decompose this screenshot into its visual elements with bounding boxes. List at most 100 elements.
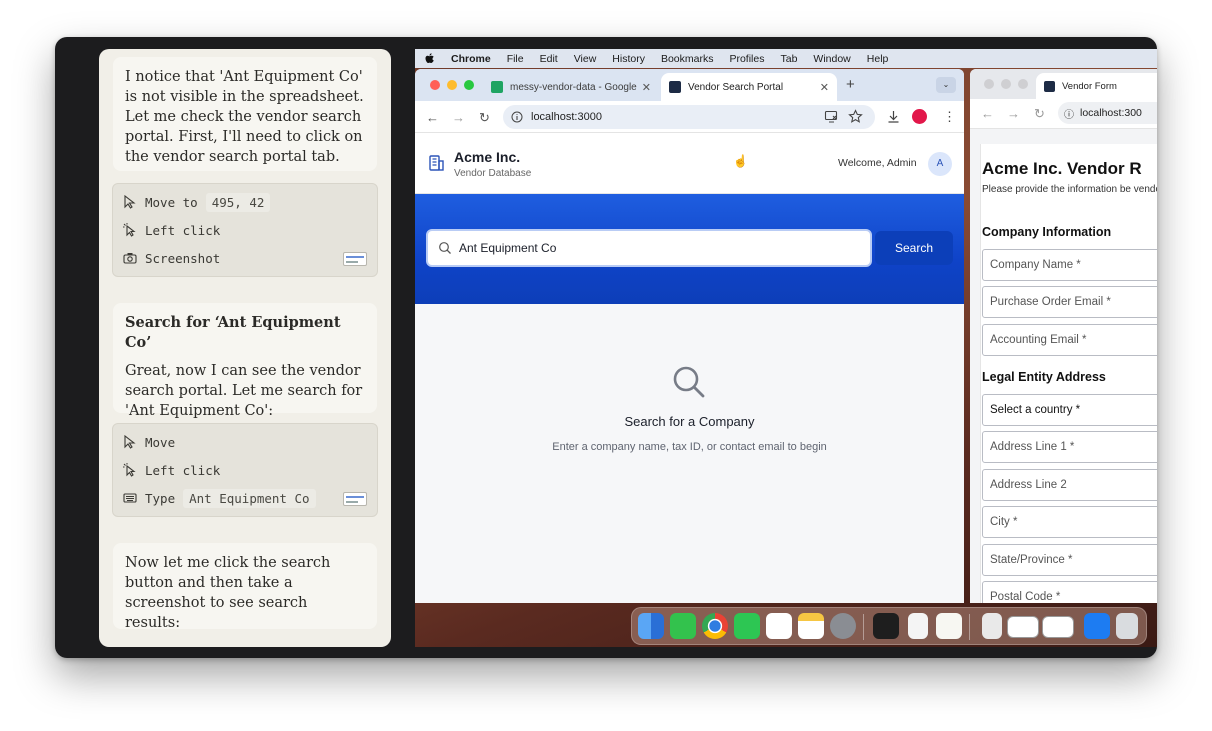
menu-profiles[interactable]: Profiles (729, 53, 764, 65)
minimize-window-button[interactable] (1001, 79, 1011, 89)
more-menu-icon[interactable]: ⋮ (943, 109, 956, 125)
action-left-click: Left click (123, 216, 367, 244)
device-frame: I notice that 'Ant Equipment Co' is not … (55, 37, 1157, 658)
hand-cursor-icon: ☝ (733, 154, 748, 168)
menu-edit[interactable]: Edit (540, 53, 558, 65)
textedit-icon[interactable] (936, 613, 962, 639)
info-icon[interactable]: ⓘ (1064, 106, 1074, 121)
company-search-input[interactable]: Ant Equipment Co (426, 229, 872, 267)
browser-toolbar: ← → ↻ localhost:3000 ⋮ (415, 101, 964, 133)
browser-window: messy-vendor-data - Google ✕ Vendor Sear… (415, 69, 964, 603)
notes-icon[interactable] (798, 613, 824, 639)
screenshot-thumbnail[interactable] (343, 252, 367, 266)
app-store-icon[interactable] (1084, 613, 1110, 639)
company-name-field[interactable]: Company Name * (982, 249, 1157, 281)
window-controls (984, 79, 1035, 89)
cursor-icon (124, 195, 136, 209)
message-title: Search for ‘Ant Equipment Co’ (125, 314, 341, 351)
menu-app-name[interactable]: Chrome (451, 53, 491, 65)
screenshot-thumbnail[interactable] (343, 492, 367, 506)
system-settings-icon[interactable] (830, 613, 856, 639)
chat-panel: I notice that 'Ant Equipment Co' is not … (99, 49, 391, 647)
new-tab-button[interactable]: + (846, 76, 855, 93)
state-province-field[interactable]: State/Province * (982, 544, 1157, 576)
finder-icon[interactable] (638, 613, 664, 639)
menu-bookmarks[interactable]: Bookmarks (661, 53, 714, 65)
messages-icon[interactable] (670, 613, 696, 639)
section-company-info: Company Information (982, 225, 1112, 239)
menu-help[interactable]: Help (867, 53, 889, 65)
zoom-window-button[interactable] (1018, 79, 1028, 89)
address-bar[interactable]: ⓘ localhost:300 (1058, 102, 1157, 124)
action-value: Ant Equipment Co (183, 488, 316, 508)
close-window-button[interactable] (430, 80, 440, 90)
terminal-icon[interactable] (873, 613, 899, 639)
city-field[interactable]: City * (982, 506, 1157, 538)
back-icon[interactable]: ← (426, 110, 439, 125)
close-tab-icon[interactable]: ✕ (642, 81, 651, 94)
url-text: localhost:3000 (531, 111, 602, 123)
minimize-window-button[interactable] (447, 80, 457, 90)
action-label: Type (145, 490, 176, 506)
back-icon[interactable]: ← (981, 106, 994, 121)
tab-vendor-form[interactable]: Vendor Form (1036, 73, 1157, 99)
info-icon[interactable] (511, 111, 523, 123)
form-title: Acme Inc. Vendor R (982, 159, 1142, 178)
tab-title: messy-vendor-data - Google (510, 81, 637, 93)
accounting-email-field[interactable]: Accounting Email * (982, 324, 1157, 356)
close-tab-icon[interactable]: ✕ (820, 81, 829, 94)
action-move: Move (123, 428, 367, 456)
bookmark-star-icon[interactable] (848, 109, 863, 124)
dock (631, 607, 1147, 645)
user-avatar[interactable]: A (928, 152, 952, 176)
camera-icon (123, 253, 137, 264)
profile-avatar[interactable] (912, 109, 927, 124)
postal-code-field[interactable]: Postal Code * (982, 581, 1157, 603)
window-thumbnail-icon[interactable] (1042, 616, 1074, 638)
click-icon (123, 223, 136, 237)
browser-toolbar: ← → ↻ ⓘ localhost:300 (970, 99, 1157, 129)
brand-subtitle: Vendor Database (454, 168, 532, 179)
tab-strip: Vendor Form (970, 69, 1157, 99)
purchase-order-email-field[interactable]: Purchase Order Email * (982, 286, 1157, 318)
trash-icon[interactable] (1116, 613, 1138, 639)
tab-search-button[interactable]: ⌄ (936, 77, 956, 93)
forward-icon[interactable]: → (1007, 106, 1020, 121)
message-text: I notice that 'Ant Equipment Co' is not … (125, 69, 364, 165)
menu-bar: Chrome File Edit View History Bookmarks … (415, 49, 1157, 68)
install-app-icon[interactable] (824, 109, 839, 124)
address-bar[interactable]: localhost:3000 (503, 105, 875, 129)
tab-spreadsheet[interactable]: messy-vendor-data - Google ✕ (483, 73, 659, 101)
menu-file[interactable]: File (507, 53, 524, 65)
address-line-2-field[interactable]: Address Line 2 (982, 469, 1157, 501)
download-icon[interactable] (886, 109, 901, 124)
document-icon[interactable] (908, 613, 928, 639)
empty-state-title: Search for a Company (624, 414, 755, 429)
tab-vendor-search[interactable]: Vendor Search Portal ✕ (661, 73, 837, 101)
zoom-window-button[interactable] (464, 80, 474, 90)
reload-icon[interactable]: ↻ (479, 110, 490, 126)
reminders-icon[interactable] (766, 613, 792, 639)
address-line-1-field[interactable]: Address Line 1 * (982, 431, 1157, 463)
chrome-icon[interactable] (702, 613, 728, 639)
file-icon[interactable] (982, 613, 1002, 639)
menu-view[interactable]: View (574, 53, 597, 65)
tab-title: Vendor Search Portal (688, 81, 784, 93)
country-select[interactable]: Select a country * (982, 394, 1157, 426)
action-label: Move to (145, 194, 198, 210)
facetime-icon[interactable] (734, 613, 760, 639)
search-button[interactable]: Search (875, 231, 953, 265)
site-header: Acme Inc. Vendor Database ☝ Welcome, Adm… (415, 134, 964, 194)
window-thumbnail-icon[interactable] (1007, 616, 1039, 638)
menu-window[interactable]: Window (813, 53, 850, 65)
menu-history[interactable]: History (612, 53, 645, 65)
search-icon (439, 242, 451, 254)
menu-tab[interactable]: Tab (780, 53, 797, 65)
close-window-button[interactable] (984, 79, 994, 89)
reload-icon[interactable]: ↻ (1034, 106, 1045, 122)
apple-icon[interactable] (425, 53, 435, 64)
form-description: Please provide the information be vendor… (982, 184, 1157, 195)
vendor-form-window: Vendor Form ← → ↻ ⓘ localhost:300 Acme I… (970, 69, 1157, 603)
forward-icon[interactable]: → (452, 110, 465, 125)
keyboard-icon (123, 493, 137, 503)
